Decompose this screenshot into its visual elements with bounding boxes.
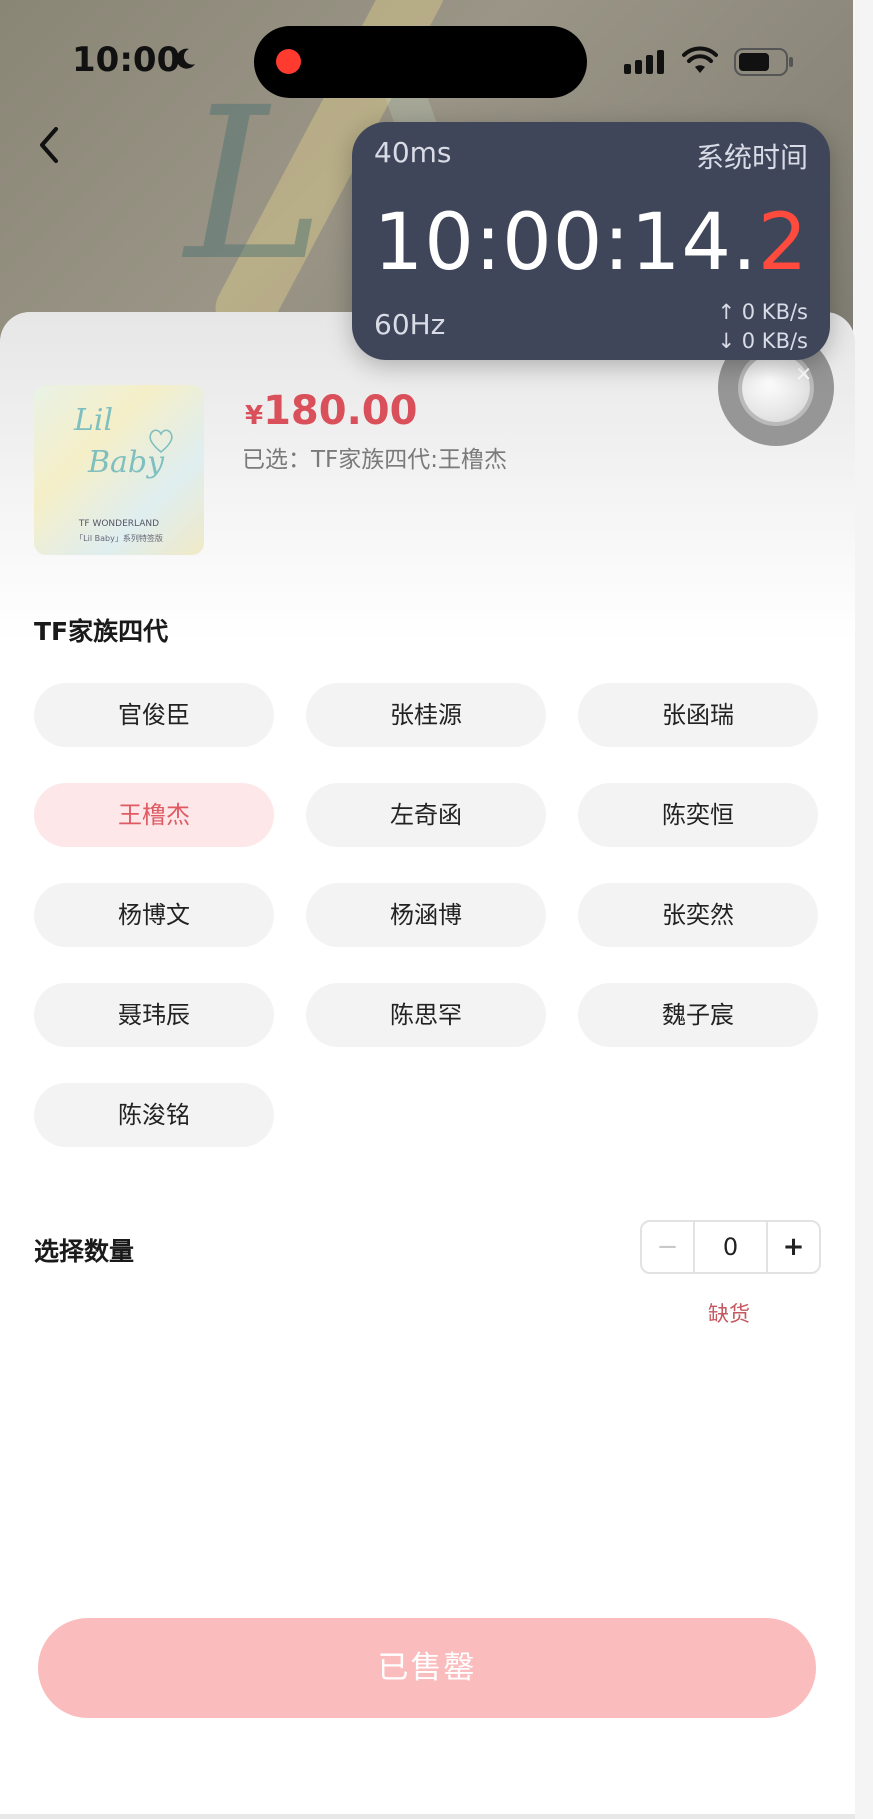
variant-option[interactable]: 陈奕恒 xyxy=(578,783,818,847)
variant-option-selected[interactable]: 王橹杰 xyxy=(34,783,274,847)
selected-variant-text: 已选：TF家族四代:王橹杰 xyxy=(242,447,508,473)
system-time-label: 系统时间 xyxy=(695,141,808,174)
decrement-button[interactable]: − xyxy=(642,1222,695,1272)
quantity-value[interactable]: 0 xyxy=(695,1222,766,1272)
close-icon[interactable]: ✕ xyxy=(795,362,812,386)
product-tag-line2: 「Lil Baby」系列特签版 xyxy=(75,534,163,543)
network-speed: ↑ 0 KB/s ↓ 0 KB/s xyxy=(717,298,808,356)
variant-option[interactable]: 官俊臣 xyxy=(34,683,274,747)
variant-option[interactable]: 聂玮辰 xyxy=(34,983,274,1047)
product-tag-line1: TF WONDERLAND xyxy=(78,519,160,529)
variant-group-title: TF家族四代 xyxy=(34,617,169,646)
increment-button[interactable]: + xyxy=(766,1222,819,1272)
variant-option[interactable]: 左奇函 xyxy=(306,783,546,847)
dynamic-island xyxy=(254,26,587,98)
product-logo-line1: Lil xyxy=(74,403,114,438)
system-time-overlay: 40ms 系统时间 10:00:14.2 60Hz ↑ 0 KB/s ↓ 0 K… xyxy=(352,122,830,360)
moon-icon xyxy=(176,48,195,69)
status-time: 10:00 xyxy=(72,40,181,80)
cellular-signal-icon xyxy=(624,50,664,74)
right-edge-strip xyxy=(855,0,873,1819)
variant-option[interactable]: 张奕然 xyxy=(578,883,818,947)
clock-display: 10:00:14.2 xyxy=(352,198,830,288)
download-speed: ↓ 0 KB/s xyxy=(717,329,808,353)
variant-option[interactable]: 杨涵博 xyxy=(306,883,546,947)
variant-option[interactable]: 张函瑞 xyxy=(578,683,818,747)
back-arrow-icon[interactable] xyxy=(34,125,64,165)
variant-option[interactable]: 魏子宸 xyxy=(578,983,818,1047)
price-amount: 180.00 xyxy=(263,388,418,434)
bottom-divider xyxy=(0,1814,855,1819)
product-thumbnail[interactable]: Lil Baby TF WONDERLAND 「Lil Baby」系列特签版 xyxy=(34,385,204,555)
stock-status: 缺货 xyxy=(708,1302,750,1326)
variant-option[interactable]: 陈浚铭 xyxy=(34,1083,274,1147)
battery-icon xyxy=(734,48,793,76)
quantity-stepper: − 0 + xyxy=(640,1220,821,1274)
quantity-label: 选择数量 xyxy=(34,1237,135,1266)
refresh-rate-text: 60Hz xyxy=(374,308,446,341)
heart-icon xyxy=(149,429,173,454)
product-price: ¥180.00 xyxy=(245,388,417,434)
latency-text: 40ms xyxy=(374,136,452,169)
clock-main: 10:00:14. xyxy=(373,198,758,288)
variant-option[interactable]: 张桂源 xyxy=(306,683,546,747)
variant-option[interactable]: 陈思罕 xyxy=(306,983,546,1047)
currency-symbol: ¥ xyxy=(245,401,264,431)
recording-indicator-icon xyxy=(276,49,301,74)
upload-speed: ↑ 0 KB/s xyxy=(717,300,808,324)
wifi-icon xyxy=(682,46,718,73)
variant-option[interactable]: 杨博文 xyxy=(34,883,274,947)
sold-out-button[interactable]: 已售罄 xyxy=(38,1618,816,1718)
background-script-letter: L xyxy=(185,62,325,307)
clock-tenth: 2 xyxy=(757,198,809,288)
